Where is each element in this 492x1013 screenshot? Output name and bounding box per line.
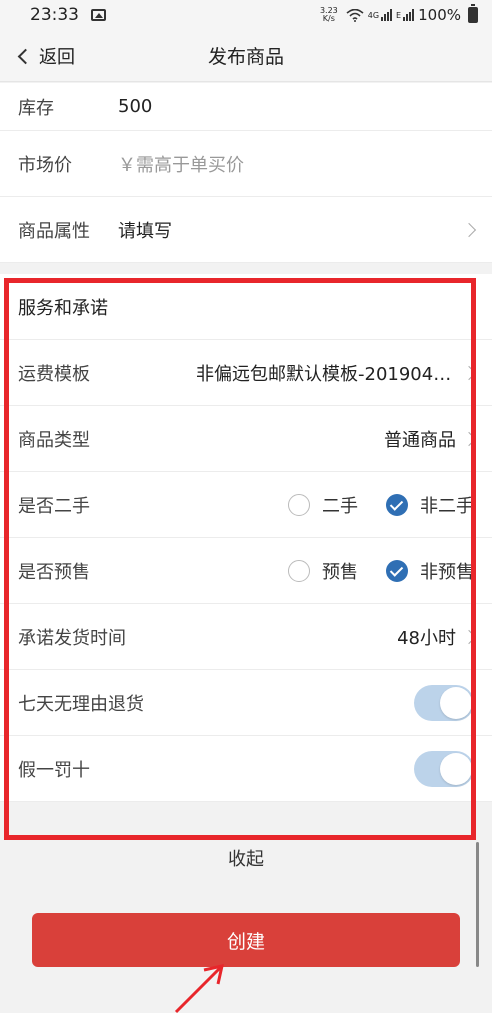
product-type-row[interactable]: 商品类型 普通商品: [0, 406, 492, 472]
presale-radio-group: 预售 非预售: [260, 558, 474, 584]
battery-percent: 100%: [418, 6, 461, 24]
chevron-left-icon: [17, 48, 34, 64]
wifi-icon: [346, 8, 364, 22]
radio-label: 非预售: [420, 561, 474, 583]
collapse-button[interactable]: 收起: [0, 845, 492, 871]
back-button[interactable]: 返回: [14, 30, 75, 82]
create-button[interactable]: 创建: [32, 913, 460, 967]
service-section: 服务和承诺 运费模板 非偏远包邮默认模板-2019041… 商品类型 普通商品 …: [0, 274, 492, 802]
attributes-label: 商品属性: [18, 220, 90, 242]
second-hand-radio-group: 二手 非二手: [260, 492, 474, 518]
second-hand-label: 是否二手: [18, 495, 90, 517]
radio-label: 预售: [322, 561, 358, 583]
delivery-time-row[interactable]: 承诺发货时间 48小时: [0, 604, 492, 670]
attributes-value: 请填写: [118, 220, 172, 242]
status-bar: 23:33 3.23 K/s 4G E 100%: [0, 0, 492, 30]
seven-day-return-label: 七天无理由退货: [18, 693, 144, 715]
signal-icon: [381, 9, 393, 21]
basic-fields-section: 库存 500 市场价 ￥需高于单买价 商品属性 请填写: [0, 83, 492, 263]
stock-row[interactable]: 库存 500: [0, 83, 492, 131]
radio-second-hand[interactable]: 二手: [288, 492, 358, 518]
second-hand-row: 是否二手 二手 非二手: [0, 472, 492, 538]
attributes-row[interactable]: 商品属性 请填写: [0, 197, 492, 263]
net-speed-unit: K/s: [322, 14, 335, 23]
radio-label: 非二手: [420, 495, 474, 517]
chevron-right-icon: [461, 629, 477, 644]
market-price-label: 市场价: [18, 154, 72, 176]
product-type-label: 商品类型: [18, 429, 90, 451]
fake-penalty-label: 假一罚十: [18, 759, 90, 781]
network-speed: 3.23 K/s: [320, 7, 338, 23]
gallery-icon: [91, 9, 106, 21]
presale-row: 是否预售 预售 非预售: [0, 538, 492, 604]
radio-unchecked-icon: [288, 493, 310, 516]
signal-icon-2: [403, 9, 415, 21]
scrollbar[interactable]: [476, 842, 479, 967]
radio-not-presale[interactable]: 非预售: [386, 558, 474, 584]
annotation-arrow-icon: [174, 964, 224, 1013]
network-type-label-2: E: [396, 10, 402, 20]
chevron-right-icon: [461, 222, 477, 237]
back-label: 返回: [39, 47, 75, 68]
presale-label: 是否预售: [18, 561, 90, 583]
status-time: 23:33: [30, 5, 79, 25]
shipping-template-value: 非偏远包邮默认模板-2019041…: [196, 363, 456, 385]
nav-bar: 返回 发布商品: [0, 30, 492, 82]
seven-day-return-toggle[interactable]: [414, 684, 474, 721]
battery-icon: [468, 4, 478, 23]
chevron-right-icon: [461, 431, 477, 446]
shipping-template-label: 运费模板: [18, 363, 90, 385]
market-price-input[interactable]: ￥需高于单买价: [118, 151, 244, 177]
radio-presale[interactable]: 预售: [288, 558, 358, 584]
delivery-time-label: 承诺发货时间: [18, 627, 126, 649]
delivery-time-value: 48小时: [397, 627, 456, 649]
radio-not-second-hand[interactable]: 非二手: [386, 492, 474, 518]
radio-label: 二手: [322, 495, 358, 517]
seven-day-return-row: 七天无理由退货: [0, 670, 492, 736]
stock-field[interactable]: 500: [118, 96, 152, 117]
product-type-value: 普通商品: [384, 429, 456, 451]
radio-checked-icon: [386, 559, 408, 582]
shipping-template-row[interactable]: 运费模板 非偏远包邮默认模板-2019041…: [0, 340, 492, 406]
chevron-right-icon: [461, 365, 477, 380]
status-indicators: 3.23 K/s 4G E 100%: [320, 4, 478, 24]
service-section-title: 服务和承诺: [0, 274, 492, 340]
fake-penalty-row: 假一罚十: [0, 736, 492, 802]
fake-penalty-toggle[interactable]: [414, 750, 474, 787]
stock-label: 库存: [18, 97, 54, 119]
network-type-label: 4G: [367, 10, 380, 20]
radio-unchecked-icon: [288, 559, 310, 582]
radio-checked-icon: [386, 493, 408, 516]
market-price-row[interactable]: 市场价 ￥需高于单买价: [0, 131, 492, 197]
